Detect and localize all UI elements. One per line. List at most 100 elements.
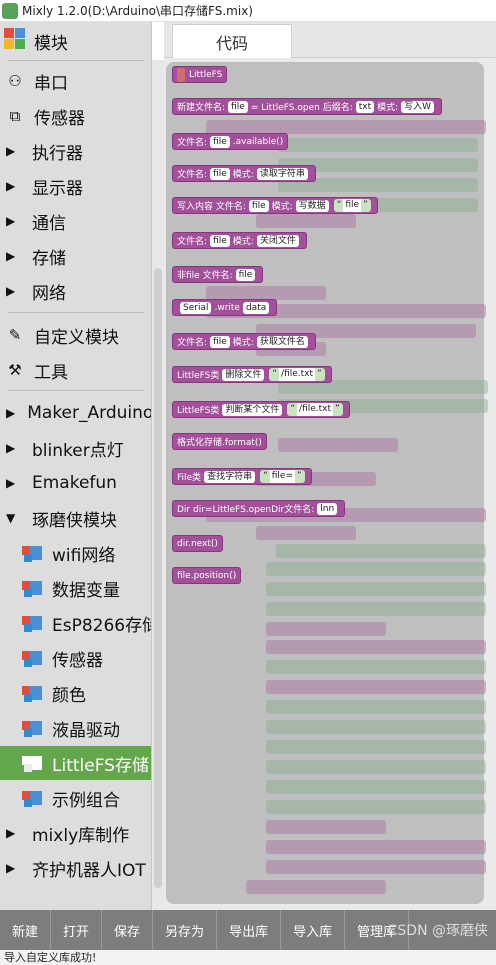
sidebar-scrollbar[interactable] (152, 60, 164, 910)
block-var-slot[interactable]: lnn (317, 502, 338, 515)
import-library-button[interactable]: 导入库 (281, 910, 346, 950)
block-dropdown[interactable]: 判断某个文件 (222, 403, 283, 416)
sidebar-item-label: Emakefun (32, 473, 117, 493)
sidebar-item-zhuomoxia[interactable]: ▼ 琢磨侠模块 (0, 501, 151, 535)
string-block[interactable]: “/file.txt” (287, 403, 343, 416)
sidebar-item-network[interactable]: ▶ 网络 (0, 274, 151, 308)
sidebar-item-sensor[interactable]: ⧉ 传感器 (0, 99, 151, 133)
code-workspace[interactable]: 代码 LittleFS 新建文件名: file = LittleFS.open … (164, 22, 496, 910)
collapse-arrow-icon: ▼ (6, 511, 16, 525)
block-var-slot[interactable]: file (228, 100, 248, 113)
block-var-slot[interactable]: data (242, 301, 270, 314)
background-block (278, 138, 478, 152)
sidebar-item-display[interactable]: ▶ 显示器 (0, 169, 151, 203)
open-dir-block[interactable]: Dir dir=LittleFS.openDir文件名: lnn (172, 500, 346, 517)
get-filename-block[interactable]: 文件名: file 模式: 获取文件名 (172, 333, 316, 350)
sidebar-item-storage[interactable]: ▶ 存储 (0, 239, 151, 273)
sidebar-item-serial[interactable]: ⚇ 串口 (0, 64, 151, 98)
module-puzzle-icon (22, 542, 44, 564)
find-string-block[interactable]: File类 查找字符串 “file=” (172, 468, 312, 485)
file-close-block[interactable]: 文件名: file 模式: 关闭文件 (172, 232, 307, 249)
block-dropdown[interactable]: 写数据 (295, 199, 329, 212)
string-value[interactable]: /file.txt (279, 368, 316, 381)
sidebar-item-communication[interactable]: ▶ 通信 (0, 204, 151, 238)
sidebar-item-qihu-iot[interactable]: ▶ 齐护机器人IOT (0, 851, 151, 885)
tab-code[interactable]: 代码 (172, 24, 292, 58)
sidebar-item-label: mixly库制作 (32, 825, 130, 846)
export-library-button[interactable]: 导出库 (217, 910, 282, 950)
delete-file-block[interactable]: LittleFS类 删除文件 “/file.txt” (172, 366, 332, 383)
module-puzzle-icon (22, 612, 44, 634)
string-block[interactable]: “file” (333, 199, 371, 212)
string-value[interactable]: /file.txt (297, 403, 334, 416)
sidebar-item-label: 示例组合 (52, 790, 120, 811)
block-dropdown[interactable]: 查找字符串 (204, 470, 256, 483)
background-block (266, 760, 486, 774)
write-content-block[interactable]: 写入内容 文件名: file 模式: 写数据 “file” (172, 197, 378, 214)
sidebar-subitem-wifi[interactable]: wifi网络 (0, 536, 151, 570)
not-file-block[interactable]: 非file 文件名: file (172, 266, 264, 283)
block-label: 写入内容 文件名: (177, 202, 246, 212)
check-file-block[interactable]: LittleFS类 判断某个文件 “/file.txt” (172, 401, 350, 418)
block-var-slot[interactable]: txt (355, 100, 375, 113)
block-var-slot[interactable]: file (210, 167, 230, 180)
block-dropdown[interactable]: 读取字符串 (256, 167, 308, 180)
serial-write-block[interactable]: Serial .write data (172, 299, 278, 316)
background-block (266, 800, 486, 814)
sidebar-header-label: 模块 (34, 33, 68, 54)
block-dropdown[interactable]: Serial (180, 301, 212, 314)
dir-next-block[interactable]: dir.next() (172, 535, 223, 552)
save-button[interactable]: 保存 (102, 910, 154, 950)
sidebar-item-label: 数据变量 (52, 580, 120, 601)
sidebar-item-maker-arduino[interactable]: ▶ Maker_Arduino (0, 396, 152, 430)
file-position-block[interactable]: file.position() (172, 567, 242, 584)
open-button[interactable]: 打开 (51, 910, 103, 950)
string-block[interactable]: “file=” (260, 470, 305, 483)
new-file-block[interactable]: 新建文件名: file = LittleFS.open 后缀名: txt 模式: 写入W (172, 98, 443, 115)
block-var-slot[interactable]: file (210, 135, 230, 148)
sidebar-item-actuator[interactable]: ▶ 执行器 (0, 134, 151, 168)
sidebar-item-blinker[interactable]: ▶ blinker点灯 (0, 431, 151, 465)
block-var-slot[interactable]: file (210, 335, 230, 348)
sidebar-subitem-data-variable[interactable]: 数据变量 (0, 571, 151, 605)
save-as-button[interactable]: 另存为 (153, 910, 218, 950)
block-label: LittleFS类 (177, 406, 220, 416)
sidebar-item-tools[interactable]: ⚒ 工具 (0, 353, 151, 387)
sidebar-subitem-example-combo[interactable]: 示例组合 (0, 781, 151, 815)
block-label: 模式: (232, 237, 254, 247)
block-label: 新建文件名: (177, 103, 226, 113)
sidebar-item-mixly-lib[interactable]: ▶ mixly库制作 (0, 816, 151, 850)
sidebar-item-emakefun[interactable]: ▶ Emakefun (0, 466, 151, 500)
block-dropdown[interactable]: 写入W (401, 100, 435, 113)
block-dropdown[interactable]: 删除文件 (222, 368, 265, 381)
sidebar-header-modules[interactable]: 模块 (0, 24, 151, 58)
block-label: 模式: (232, 170, 254, 180)
block-var-slot[interactable]: file (235, 268, 256, 281)
block-var-slot[interactable]: file (210, 234, 230, 247)
sidebar-subitem-sensor[interactable]: 传感器 (0, 641, 151, 675)
sidebar-item-custom-module[interactable]: ✎ 自定义模块 (0, 318, 151, 352)
sidebar-item-label: 颜色 (52, 685, 86, 706)
string-value[interactable]: file= (269, 470, 295, 483)
string-block[interactable]: “/file.txt” (269, 368, 325, 381)
sidebar-subitem-lcd-driver[interactable]: 液晶驱动 (0, 711, 151, 745)
file-read-string-block[interactable]: 文件名: file 模式: 读取字符串 (172, 165, 316, 182)
background-block (266, 660, 486, 674)
sidebar-subitem-color[interactable]: 颜色 (0, 676, 151, 710)
sidebar-item-label: 工具 (34, 362, 68, 383)
window-title: Mixly 1.2.0(D:\Arduino\串口存储FS.mix) (22, 4, 253, 18)
scrollbar-thumb[interactable] (154, 268, 162, 888)
file-available-block[interactable]: 文件名: file .available() (172, 133, 289, 150)
block-var-slot[interactable]: file (248, 199, 269, 212)
block-dropdown[interactable]: 获取文件名 (256, 335, 308, 348)
sidebar-subitem-esp8266-storage[interactable]: EsP8266存储 (0, 606, 151, 640)
sidebar-subitem-littlefs-storage[interactable]: LittleFS存储 (0, 746, 151, 780)
block-label: file.position() (177, 570, 237, 581)
littlefs-header-block[interactable]: LittleFS (172, 66, 228, 83)
sidebar-item-label: Maker_Arduino (27, 403, 152, 423)
block-dropdown[interactable]: 关闭文件 (256, 234, 299, 247)
new-button[interactable]: 新建 (0, 910, 52, 950)
block-label: 文件名: (177, 170, 208, 180)
format-storage-block[interactable]: 格式化存储.format() (172, 433, 267, 450)
string-value[interactable]: file (343, 199, 362, 212)
